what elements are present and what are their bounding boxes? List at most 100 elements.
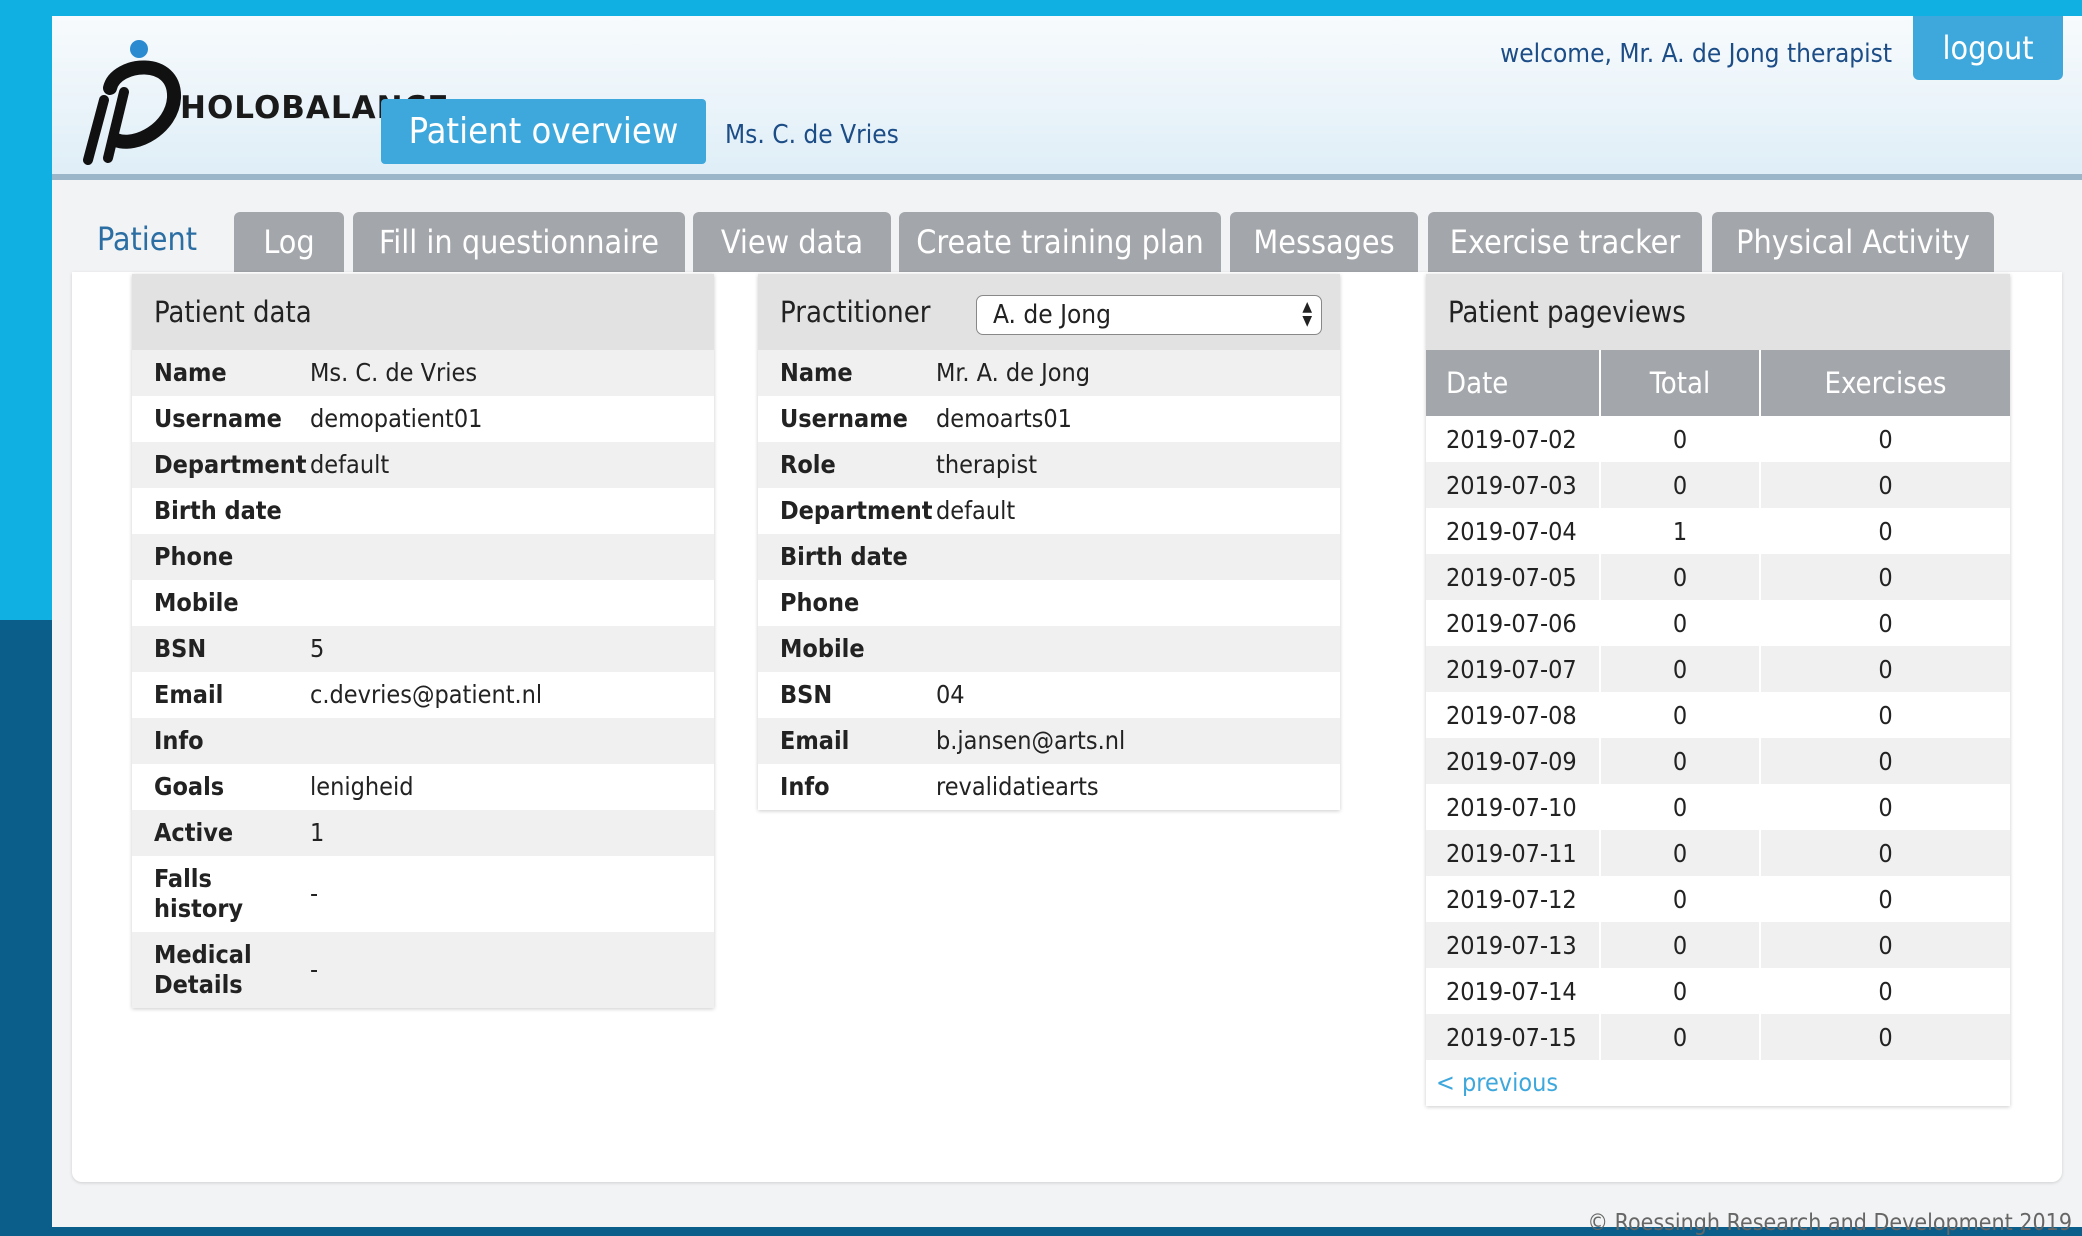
field-value: default — [310, 450, 390, 479]
practitioner-row-department: Department default — [758, 488, 1340, 534]
field-value: revalidatiearts — [936, 772, 1099, 801]
exercises-cell: 0 — [1760, 416, 2010, 462]
patient-row-phone: Phone — [132, 534, 714, 580]
date-cell: 2019-07-02 — [1426, 416, 1601, 462]
date-cell: 2019-07-15 — [1426, 1014, 1601, 1060]
exercises-cell: 0 — [1760, 968, 2010, 1014]
total-cell: 0 — [1600, 554, 1761, 600]
holobalance-logo[interactable]: HOLOBALANCE — [76, 30, 449, 170]
tab-view-data[interactable]: View data — [693, 212, 891, 272]
top-band — [0, 0, 2082, 16]
exercises-cell: 0 — [1760, 876, 2010, 922]
patient-row-department: Department default — [132, 442, 714, 488]
practitioner-panel: Practitioner A. de Jong ▲ ▼ Name Mr. A. d… — [758, 274, 1340, 810]
total-cell: 0 — [1600, 830, 1761, 876]
table-row: 2019-07-14 0 0 — [1426, 968, 2010, 1014]
total-cell: 0 — [1600, 876, 1761, 922]
select-arrows-icon: ▲ ▼ — [1302, 299, 1312, 329]
table-row: 2019-07-07 0 0 — [1426, 646, 2010, 692]
pageviews-title: Patient pageviews — [1426, 274, 2010, 350]
exercises-cell: 0 — [1760, 738, 2010, 784]
field-value: 04 — [936, 680, 965, 709]
exercises-cell: 0 — [1760, 508, 2010, 554]
patient-data-panel: Patient data Name Ms. C. de Vries Userna… — [132, 274, 714, 1008]
total-cell: 0 — [1600, 1014, 1761, 1060]
patient-overview-button[interactable]: Patient overview — [381, 99, 706, 164]
total-cell: 0 — [1600, 738, 1761, 784]
total-cell: 0 — [1600, 692, 1761, 738]
practitioner-row-role: Role therapist — [758, 442, 1340, 488]
patient-row-falls-history: Falls history - — [132, 856, 714, 932]
field-label: Name — [154, 358, 227, 387]
welcome-text: welcome, Mr. A. de Jong therapist — [1500, 39, 1892, 69]
column-header-exercises[interactable]: Exercises — [1760, 350, 2010, 416]
content-area: Patient data Name Ms. C. de Vries Userna… — [72, 272, 2062, 1182]
field-value: - — [310, 955, 319, 984]
date-cell: 2019-07-09 — [1426, 738, 1601, 784]
exercises-cell: 0 — [1760, 1014, 2010, 1060]
tab-log[interactable]: Log — [234, 212, 344, 272]
patient-row-email: Email c.devries@patient.nl — [132, 672, 714, 718]
exercises-cell: 0 — [1760, 600, 2010, 646]
field-label: Active — [154, 818, 234, 847]
field-label: Email — [154, 680, 224, 709]
header: HOLOBALANCE Patient overview Ms. C. de V… — [52, 16, 2082, 180]
exercises-cell: 0 — [1760, 462, 2010, 508]
total-cell: 0 — [1600, 600, 1761, 646]
patient-row-goals: Goals lenigheid — [132, 764, 714, 810]
tab-patient[interactable]: Patient — [70, 206, 224, 272]
total-cell: 0 — [1600, 416, 1761, 462]
table-row: 2019-07-12 0 0 — [1426, 876, 2010, 922]
date-cell: 2019-07-11 — [1426, 830, 1601, 876]
table-row: 2019-07-04 1 0 — [1426, 508, 2010, 554]
table-row: 2019-07-06 0 0 — [1426, 600, 2010, 646]
tab-create-training-plan[interactable]: Create training plan — [899, 212, 1221, 272]
tab-messages[interactable]: Messages — [1230, 212, 1418, 272]
date-cell: 2019-07-05 — [1426, 554, 1601, 600]
patient-row-info: Info — [132, 718, 714, 764]
practitioner-list: Name Mr. A. de Jong Username demoarts01 … — [758, 350, 1340, 810]
field-label: Role — [780, 450, 836, 479]
total-cell: 0 — [1600, 646, 1761, 692]
practitioner-select[interactable]: A. de Jong ▲ ▼ — [976, 295, 1322, 335]
field-label: BSN — [154, 634, 207, 663]
field-value: - — [310, 879, 319, 908]
patient-row-active: Active 1 — [132, 810, 714, 856]
field-label: Email — [780, 726, 850, 755]
practitioner-row-bsn: BSN 04 — [758, 672, 1340, 718]
column-header-total[interactable]: Total — [1600, 350, 1761, 416]
tab-exercise-tracker[interactable]: Exercise tracker — [1428, 212, 1702, 272]
field-value: demopatient01 — [310, 404, 483, 433]
total-cell: 0 — [1600, 784, 1761, 830]
patient-row-birth-date: Birth date — [132, 488, 714, 534]
practitioner-row-name: Name Mr. A. de Jong — [758, 350, 1340, 396]
field-value: lenigheid — [310, 772, 414, 801]
practitioner-row-username: Username demoarts01 — [758, 396, 1340, 442]
total-cell: 0 — [1600, 922, 1761, 968]
exercises-cell: 0 — [1760, 784, 2010, 830]
patient-row-mobile: Mobile — [132, 580, 714, 626]
field-label: Falls history — [154, 864, 244, 923]
exercises-cell: 0 — [1760, 646, 2010, 692]
field-label: Name — [780, 358, 853, 387]
date-cell: 2019-07-07 — [1426, 646, 1601, 692]
practitioner-row-birth-date: Birth date — [758, 534, 1340, 580]
field-label: Username — [154, 404, 282, 433]
column-header-date[interactable]: Date — [1426, 350, 1601, 416]
patient-data-title: Patient data — [132, 274, 714, 350]
field-label: Phone — [154, 542, 234, 571]
table-row: 2019-07-03 0 0 — [1426, 462, 2010, 508]
patient-data-list: Name Ms. C. de Vries Username demopatien… — [132, 350, 714, 1008]
table-row: 2019-07-11 0 0 — [1426, 830, 2010, 876]
tab-fill-in-questionnaire[interactable]: Fill in questionnaire — [353, 212, 685, 272]
tab-physical-activity[interactable]: Physical Activity — [1712, 212, 1994, 272]
field-label: Mobile — [780, 634, 865, 663]
date-cell: 2019-07-12 — [1426, 876, 1601, 922]
total-cell: 0 — [1600, 462, 1761, 508]
field-label: Department — [780, 496, 933, 525]
pageviews-table: Date Total Exercises 2019-07-02 0 0 2019-0… — [1426, 350, 2010, 1060]
previous-link[interactable]: < previous — [1426, 1060, 2010, 1106]
field-label: Info — [780, 772, 830, 801]
logout-button[interactable]: logout — [1913, 16, 2063, 80]
field-label: Username — [780, 404, 908, 433]
